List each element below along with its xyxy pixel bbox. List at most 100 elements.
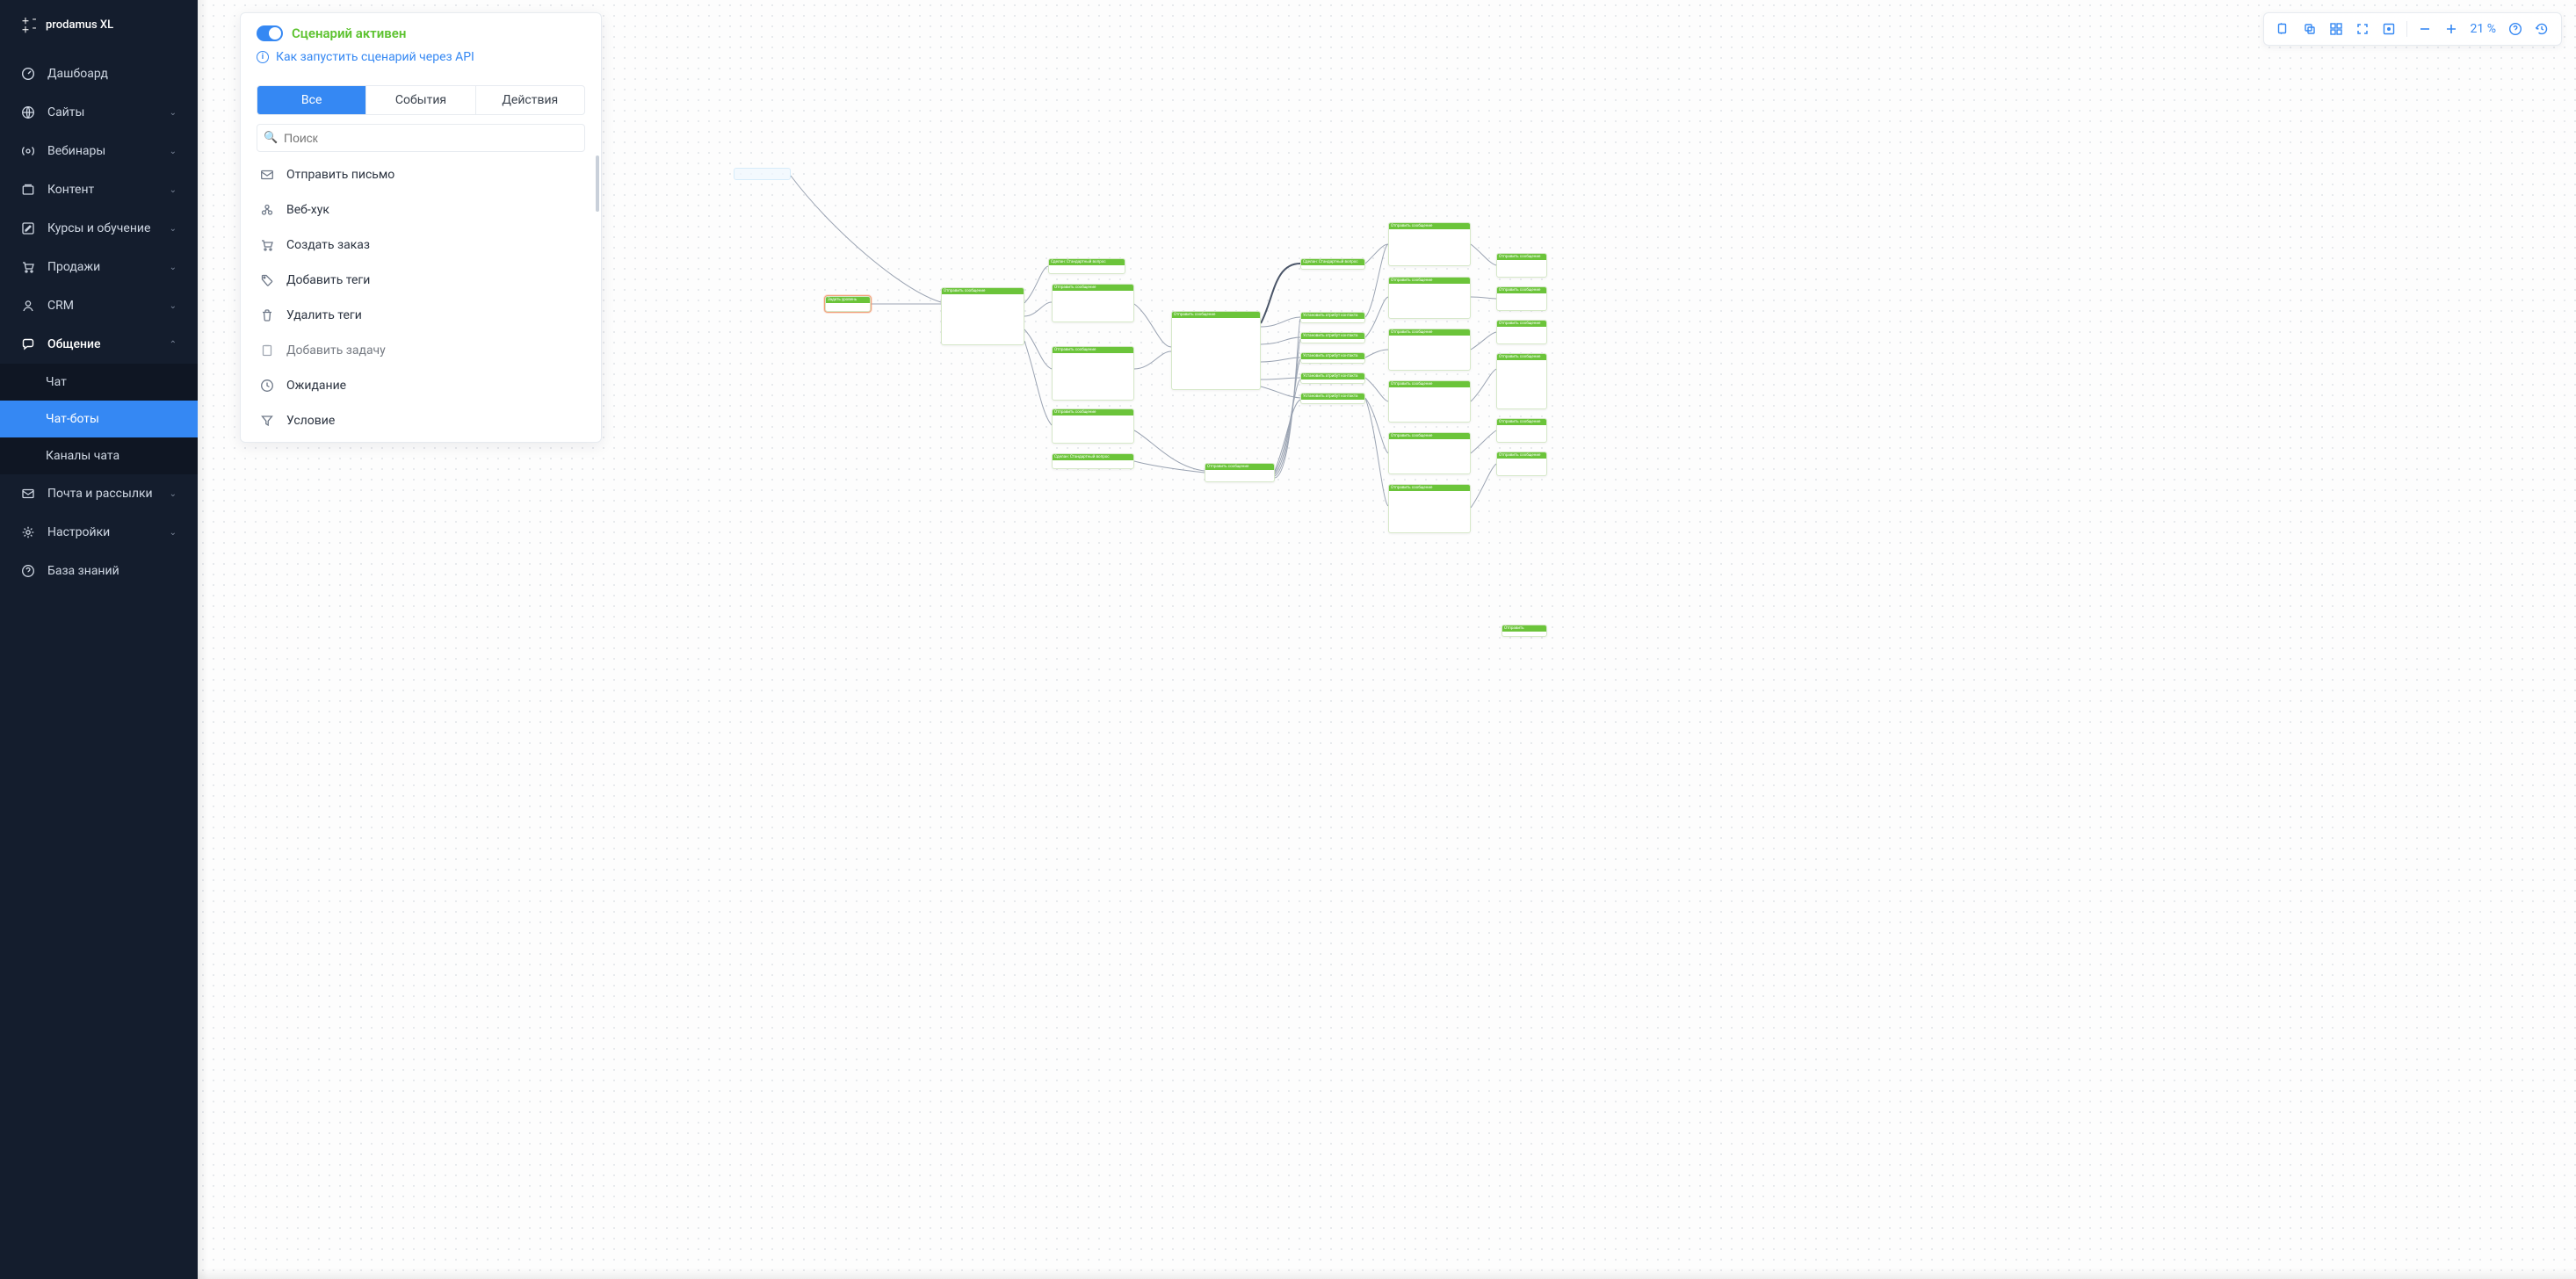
envelope-icon [21, 487, 35, 501]
nav-label: Дашбоард [47, 67, 108, 81]
nav-crm[interactable]: CRM ⌄ [0, 286, 198, 325]
node[interactable]: Отправить сообщение [1496, 418, 1547, 443]
node[interactable]: Отправить сообщение [1205, 463, 1275, 482]
action-label: Создать заказ [286, 238, 370, 252]
nav-messaging-sub: Чат Чат-боты Каналы чата [0, 364, 198, 474]
action-label: Отправить письмо [286, 168, 394, 182]
subnav-chat[interactable]: Чат [0, 364, 198, 401]
tab-all[interactable]: Все [257, 86, 366, 114]
panel-search: 🔍 [257, 124, 585, 152]
chevron-down-icon: ⌄ [170, 489, 177, 499]
envelope-icon [260, 168, 274, 182]
node-selected[interactable]: Задать уровень [825, 296, 871, 312]
node[interactable]: Отправить сообщение [1388, 277, 1471, 319]
logo-icon: ＋−＋− [21, 16, 39, 33]
node[interactable]: Отправить сообщение [1388, 380, 1471, 423]
node[interactable]: Отправить сообщение [1388, 222, 1471, 266]
node[interactable]: Отправить сообщение [1171, 311, 1261, 390]
nav-label: Продажи [47, 260, 100, 274]
node[interactable]: Отправить сообщение [1052, 346, 1134, 401]
nav-kb[interactable]: База знаний [0, 552, 198, 590]
copy-icon[interactable] [2273, 18, 2294, 40]
ghost-node[interactable] [734, 168, 791, 180]
action-create-order[interactable]: Создать заказ [241, 228, 601, 263]
nav-content[interactable]: Контент ⌄ [0, 170, 198, 209]
zoom-out-button[interactable] [2414, 18, 2435, 40]
nav-messaging[interactable]: Общение ⌃ [0, 325, 198, 364]
duplicate-icon[interactable] [2299, 18, 2320, 40]
tab-actions[interactable]: Действия [476, 86, 584, 114]
api-help-link[interactable]: i Как запустить сценарий через API [257, 50, 585, 64]
node[interactable]: Отправить сообщение [1496, 253, 1547, 278]
expand-icon[interactable] [2352, 18, 2373, 40]
node[interactable]: Отправить сообщение [1388, 329, 1471, 371]
node[interactable]: Сделан: Стандартный вопрос [1300, 258, 1365, 270]
grid-icon[interactable] [2326, 18, 2347, 40]
nav-dashboard[interactable]: Дашбоард [0, 54, 198, 93]
nav-label: CRM [47, 299, 74, 313]
canvas-area: Задать уровень Отправить сообщение Сдела… [198, 0, 2576, 1279]
node[interactable]: Отправить [1501, 625, 1547, 637]
node[interactable]: Установить атрибут контакта [1300, 393, 1365, 404]
node[interactable]: Отправить сообщение [1388, 484, 1471, 533]
action-condition[interactable]: Условие [241, 403, 601, 438]
chevron-down-icon: ⌄ [170, 301, 177, 311]
brand-logo: ＋−＋− prodamus XL [0, 0, 198, 49]
chevron-down-icon: ⌄ [170, 528, 177, 538]
node[interactable]: Отправить сообщение [1052, 408, 1134, 444]
zoom-percent: 21 % [2467, 22, 2500, 36]
action-wait[interactable]: Ожидание [241, 368, 601, 403]
zoom-in-button[interactable] [2441, 18, 2462, 40]
node[interactable]: Отправить сообщение [1496, 353, 1547, 409]
user-icon [21, 299, 35, 313]
action-remove-tags[interactable]: Удалить теги [241, 298, 601, 333]
node[interactable]: Отправить сообщение [941, 287, 1024, 345]
search-input[interactable] [257, 124, 585, 152]
action-add-task[interactable]: Добавить задачу [241, 333, 601, 368]
subnav-chat-channels[interactable]: Каналы чата [0, 437, 198, 474]
subnav-chat-bots[interactable]: Чат-боты [0, 401, 198, 437]
nav-sales[interactable]: Продажи ⌄ [0, 248, 198, 286]
tab-events[interactable]: События [366, 86, 475, 114]
panel-tabs: Все События Действия [257, 85, 585, 115]
help-icon[interactable] [2505, 18, 2526, 40]
action-label: Ожидание [286, 379, 346, 393]
nav-label: Почта и рассылки [47, 487, 153, 501]
fit-icon[interactable] [2378, 18, 2399, 40]
cart-icon [260, 238, 274, 252]
broadcast-icon [21, 144, 35, 158]
action-add-tags[interactable]: Добавить теги [241, 263, 601, 298]
node[interactable]: Отправить сообщение [1496, 286, 1547, 311]
node[interactable]: Отправить сообщение [1496, 320, 1547, 344]
scenario-active-toggle[interactable] [257, 25, 283, 41]
nav-sites[interactable]: Сайты ⌄ [0, 93, 198, 132]
gauge-icon [21, 67, 35, 81]
history-icon[interactable] [2531, 18, 2552, 40]
nav-webinars[interactable]: Вебинары ⌄ [0, 132, 198, 170]
nav-settings[interactable]: Настройки ⌄ [0, 513, 198, 552]
flow-canvas[interactable]: Задать уровень Отправить сообщение Сдела… [198, 0, 2576, 1279]
nav-courses[interactable]: Курсы и обучение ⌄ [0, 209, 198, 248]
node[interactable]: Установить атрибут контакта [1300, 332, 1365, 343]
filter-icon [260, 414, 274, 428]
node[interactable]: Отправить сообщение [1052, 284, 1134, 322]
info-icon: i [257, 51, 269, 63]
scrollbar-thumb[interactable] [596, 155, 599, 212]
chat-icon [21, 337, 35, 351]
node[interactable]: Отправить сообщение [1388, 432, 1471, 474]
node[interactable]: Сделан: Стандартный вопрос [1048, 258, 1125, 274]
action-label: Веб-хук [286, 203, 329, 217]
nav-mail[interactable]: Почта и рассылки ⌄ [0, 474, 198, 513]
nav-label: Вебинары [47, 144, 105, 158]
node[interactable]: Установить атрибут контакта [1300, 372, 1365, 384]
search-icon: 🔍 [264, 132, 278, 145]
action-webhook[interactable]: Веб-хук [241, 192, 601, 228]
question-icon [21, 564, 35, 578]
node[interactable]: Установить атрибут контакта [1300, 352, 1365, 364]
nav-label: Контент [47, 183, 94, 197]
node[interactable]: Установить атрибут контакта [1300, 312, 1365, 323]
action-send-mail[interactable]: Отправить письмо [241, 157, 601, 192]
node[interactable]: Отправить сообщение [1496, 452, 1547, 476]
layers-icon [21, 183, 35, 197]
node[interactable]: Сделан: Стандартный вопрос [1052, 453, 1134, 469]
